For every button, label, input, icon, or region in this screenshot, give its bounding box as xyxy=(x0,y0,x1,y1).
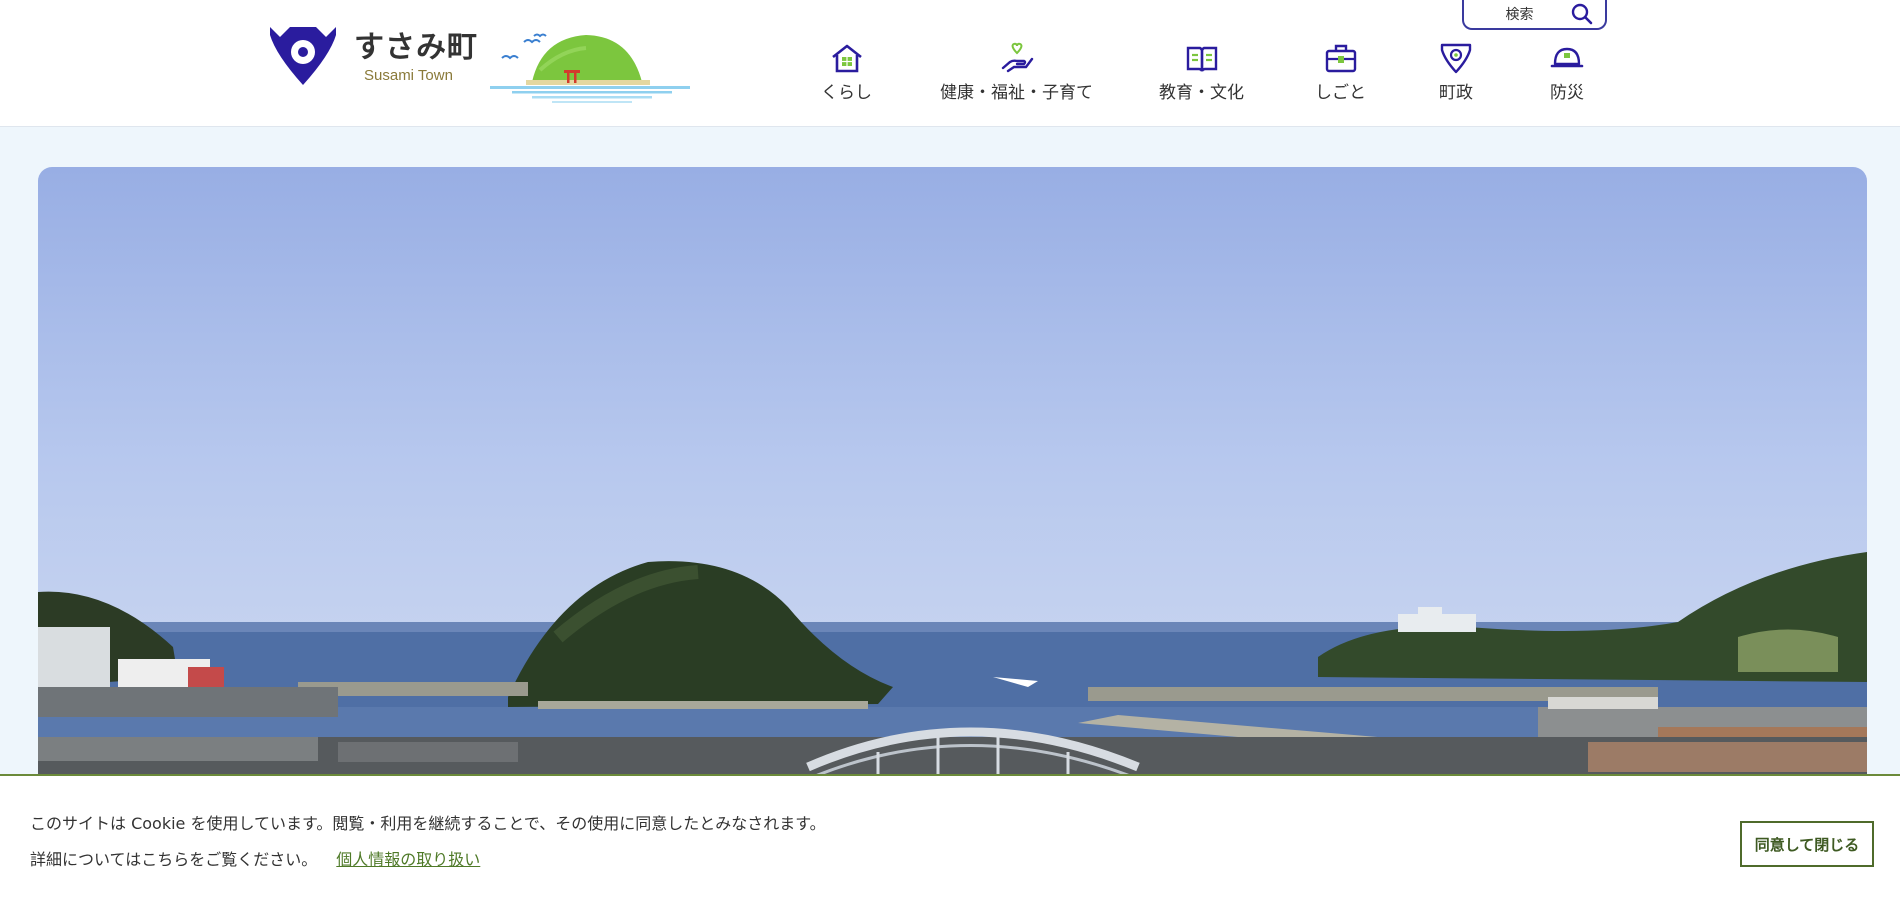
privacy-policy-link[interactable]: 個人情報の取り扱い xyxy=(336,850,480,869)
town-emblem-icon xyxy=(1440,43,1472,74)
nav-item-bosai[interactable]: 防災 xyxy=(1550,42,1584,103)
nav-label: 教育・文化 xyxy=(1159,83,1244,103)
open-book-icon xyxy=(1186,46,1217,72)
heart-hand-icon xyxy=(1001,42,1033,73)
site-name-en: Susami Town xyxy=(364,67,453,84)
nav-label: くらし xyxy=(821,83,872,103)
nav-item-kurashi[interactable]: くらし xyxy=(821,42,872,103)
site-header: すさみ町 Susami Town 検索 くらし 健康・福祉・子育て 教育・文化 … xyxy=(0,0,1900,127)
site-name-ja: すさみ町 xyxy=(354,30,478,65)
global-nav: くらし 健康・福祉・子育て 教育・文化 しごと 町政 防災 xyxy=(800,42,1600,112)
site-name: すさみ町 Susami Town xyxy=(354,30,478,85)
helmet-icon xyxy=(1550,47,1584,68)
site-logo[interactable]: すさみ町 Susami Town xyxy=(268,25,478,87)
search-button[interactable]: 検索 xyxy=(1462,0,1607,30)
house-icon xyxy=(831,44,862,73)
briefcase-icon xyxy=(1325,44,1356,73)
nav-label: しごと xyxy=(1315,83,1366,103)
search-label: 検索 xyxy=(1505,7,1534,23)
island-illustration xyxy=(490,33,690,103)
cookie-banner: このサイトは Cookie を使用しています。閲覧・利用を継続することで、その使… xyxy=(0,774,1900,904)
nav-label: 町政 xyxy=(1439,83,1473,103)
nav-item-education-culture[interactable]: 教育・文化 xyxy=(1159,42,1244,103)
cookie-message: このサイトは Cookie を使用しています。閲覧・利用を継続することで、その使… xyxy=(30,814,826,833)
nav-label: 健康・福祉・子育て xyxy=(940,83,1093,103)
nav-item-shigoto[interactable]: しごと xyxy=(1315,42,1366,103)
nav-label: 防災 xyxy=(1550,83,1584,103)
nav-item-health-welfare[interactable]: 健康・福祉・子育て xyxy=(940,42,1093,103)
cookie-detail-text: 詳細についてはこちらをご覧ください。 xyxy=(30,850,318,869)
cookie-detail-line: 詳細についてはこちらをご覧ください。 個人情報の取り扱い xyxy=(30,846,480,870)
town-emblem-icon xyxy=(270,27,336,85)
search-icon xyxy=(1571,3,1593,25)
nav-item-chosei[interactable]: 町政 xyxy=(1439,42,1473,103)
cookie-agree-button[interactable]: 同意して閉じる xyxy=(1740,821,1874,867)
